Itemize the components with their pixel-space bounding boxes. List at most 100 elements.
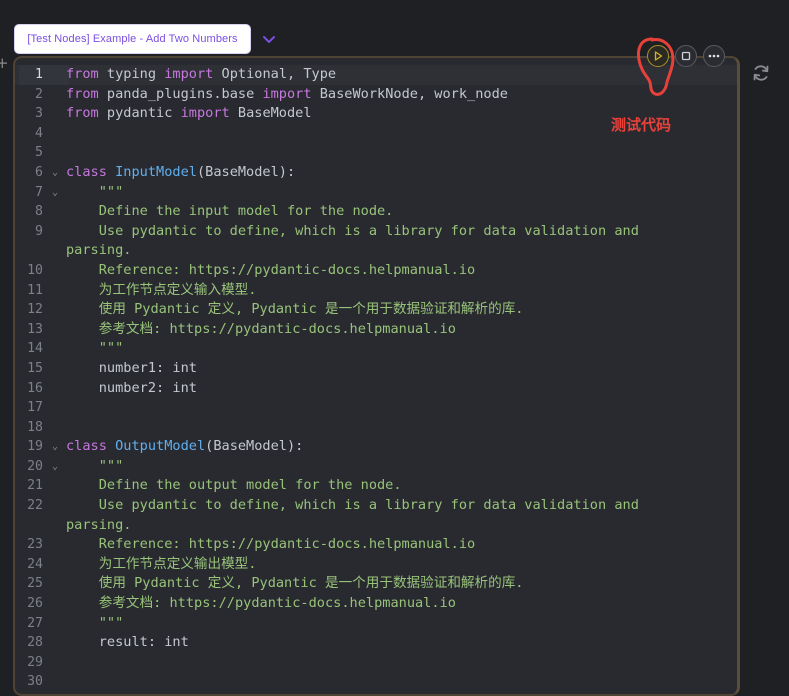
line-number: 6 [35,164,43,180]
code-line[interactable]: 22 Use pydantic to define, which is a li… [15,496,737,516]
code-line[interactable]: 12 使用 Pydantic 定义, Pydantic 是一个用于数据验证和解析… [15,300,737,320]
code-token: number2: int [66,379,197,396]
annotation-label: 测试代码 [611,116,672,134]
fold-chevron-icon[interactable]: ⌄ [52,437,58,457]
add-handle-icon[interactable]: + [0,56,9,71]
code-line[interactable]: 2 from panda_plugins.base import BaseWork… [15,85,737,105]
line-number: 22 [27,498,43,514]
code-line[interactable]: 9 Use pydantic to define, which is a lib… [15,222,737,242]
code-text: 为工作节点定义输入模型. [66,281,257,301]
code-token: 使用 Pydantic 定义, Pydantic 是一个用于数据验证和解析的库. [66,301,524,318]
code-token: import [262,85,312,102]
line-number: 11 [27,282,43,298]
line-number: 18 [27,419,43,435]
code-line[interactable]: 18 [15,418,737,438]
stop-button[interactable] [675,45,697,67]
code-line[interactable]: 8 Define the input model for the node. [15,202,737,222]
code-token: BaseModel [229,105,312,122]
line-number: 3 [35,106,43,122]
fold-chevron-icon[interactable]: ⌄ [52,183,58,203]
code-line[interactable]: 21 Define the output model for the node. [15,476,737,496]
code-line[interactable]: 28 result: int [15,633,737,653]
code-line[interactable]: 29 [15,653,737,673]
code-line[interactable]: 10 Reference: https://pydantic-docs.help… [15,261,737,281]
code-line[interactable]: 11 为工作节点定义输入模型. [15,281,737,301]
code-text: result: int [66,633,189,653]
line-number: 30 [27,674,43,690]
code-line[interactable]: parsing. [15,516,737,536]
code-editor[interactable]: 1 from typing import Optional, Type 2 from … [13,56,740,696]
code-line[interactable]: 27 """ [15,614,737,634]
line-number: 7 [35,184,43,200]
code-token: 为工作节点定义输出模型. [66,555,257,572]
code-token: Use pydantic to define, which is a libra… [66,222,639,239]
code-line[interactable]: 23 Reference: https://pydantic-docs.help… [15,535,737,555]
code-token: result: int [66,634,189,651]
code-line[interactable]: 13 参考文档: https://pydantic-docs.helpmanua… [15,320,737,340]
code-token: Reference: https://pydantic-docs.helpman… [66,536,476,553]
line-number: 4 [35,125,43,141]
line-number: 12 [27,302,43,318]
code-text: from pydantic import BaseModel [66,104,312,124]
code-token: from [66,66,99,82]
code-line[interactable]: 26 参考文档: https://pydantic-docs.helpmanua… [15,594,737,614]
code-token: import [180,105,230,122]
code-token: 为工作节点定义输入模型. [66,281,257,298]
line-number: 19 [27,439,43,455]
code-text: parsing. [66,516,131,536]
annotation-circle [636,37,675,96]
line-number: 28 [27,635,43,651]
code-token: panda_plugins.base [98,85,263,102]
code-line[interactable]: 6 ⌄ class InputModel(BaseModel): [15,163,737,183]
code-token: Use pydantic to define, which is a libra… [66,497,639,514]
code-line[interactable]: 15 number1: int [15,359,737,379]
line-number: 23 [27,537,43,553]
code-line[interactable]: 30 [15,672,737,692]
code-text: class InputModel(BaseModel): [66,163,295,183]
code-token: class [66,163,107,180]
code-line[interactable]: 25 使用 Pydantic 定义, Pydantic 是一个用于数据验证和解析… [15,574,737,594]
code-token: from [66,105,99,122]
code-line[interactable]: 24 为工作节点定义输出模型. [15,555,737,575]
code-text: parsing. [66,241,131,261]
code-text: """ [66,614,124,634]
code-token: Optional, Type [213,66,337,82]
line-number: 27 [27,615,43,631]
code-text: 为工作节点定义输出模型. [66,555,257,575]
fold-chevron-icon[interactable]: ⌄ [52,163,58,183]
code-line[interactable]: 17 [15,398,737,418]
code-token: parsing. [66,242,132,259]
code-token: Define the input model for the node. [66,203,394,220]
code-line[interactable]: 20 ⌄ """ [15,457,737,477]
refresh-icon[interactable] [751,63,771,83]
code-text: class OutputModel(BaseModel): [66,437,303,457]
code-token: number1: int [66,359,197,376]
code-line[interactable]: 1 from typing import Optional, Type [15,65,737,85]
ellipsis-icon [708,54,720,58]
fold-chevron-icon[interactable]: ⌄ [52,457,58,477]
line-number: 15 [27,360,43,376]
chevron-down-icon[interactable] [260,30,278,48]
node-title-button[interactable]: [Test Nodes] Example - Add Two Numbers [14,24,251,54]
code-line[interactable]: 16 number2: int [15,379,737,399]
line-number: 25 [27,576,43,592]
code-line[interactable]: 14 """ [15,339,737,359]
code-text: 参考文档: https://pydantic-docs.helpmanual.i… [66,320,456,340]
code-text: 使用 Pydantic 定义, Pydantic 是一个用于数据验证和解析的库. [66,574,524,594]
code-text: number2: int [66,379,197,399]
code-line[interactable]: 19 ⌄ class OutputModel(BaseModel): [15,437,737,457]
code-text: 使用 Pydantic 定义, Pydantic 是一个用于数据验证和解析的库. [66,300,524,320]
line-number: 20 [27,458,43,474]
more-options-button[interactable] [703,45,725,67]
line-number: 21 [27,478,43,494]
code-token: pydantic [98,105,181,122]
code-text: Reference: https://pydantic-docs.helpman… [66,535,475,555]
code-line[interactable]: parsing. [15,241,737,261]
code-token: from [66,85,99,102]
line-number: 8 [35,204,43,220]
code-line[interactable]: 7 ⌄ """ [15,183,737,203]
code-text: 参考文档: https://pydantic-docs.helpmanual.i… [66,594,456,614]
code-line[interactable]: 5 [15,143,737,163]
code-text: Define the output model for the node. [66,476,402,496]
